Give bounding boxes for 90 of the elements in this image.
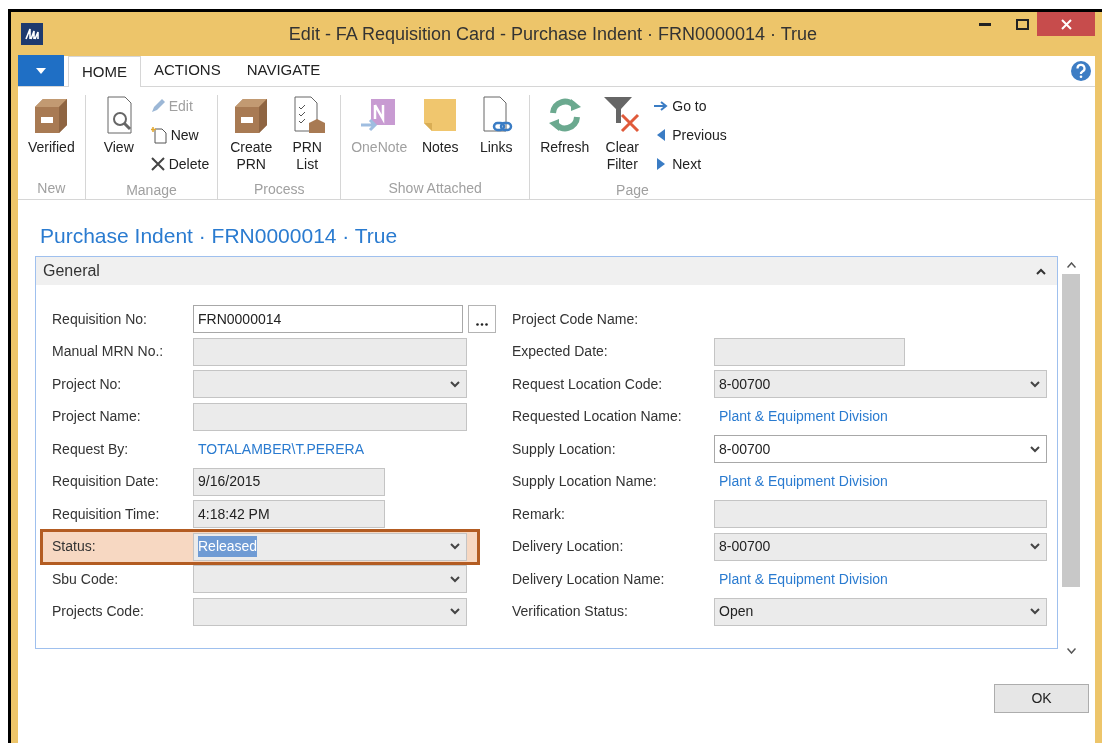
maximize-icon <box>1015 18 1029 30</box>
ribbon-group-label: Process <box>253 180 305 199</box>
field-link[interactable]: Plant & Equipment Division <box>719 406 888 428</box>
pencil-icon <box>149 98 166 114</box>
page-title: Purchase Indent · FRN0000014 · True <box>40 223 399 249</box>
field-label: Requested Location Name: <box>512 407 683 427</box>
scrollbar-thumb[interactable] <box>1062 274 1080 587</box>
input-field[interactable] <box>714 337 905 366</box>
section-header[interactable]: General <box>36 257 1057 285</box>
chevron-down-icon <box>1030 380 1040 388</box>
chevron-down-icon <box>450 543 460 551</box>
close-icon <box>1060 18 1072 30</box>
ribbon-tab[interactable]: HOME <box>68 56 141 87</box>
chevron-down-icon <box>450 380 460 388</box>
chevron-down-icon <box>1030 608 1040 616</box>
ribbon-button[interactable]: PRN List <box>282 95 333 173</box>
collapse-icon[interactable] <box>1036 267 1046 275</box>
ribbon-group-label: New <box>37 179 66 198</box>
ribbon-tab[interactable]: NAVIGATE <box>233 55 334 86</box>
dropdown-field[interactable] <box>193 597 467 626</box>
dropdown-field[interactable] <box>193 565 467 594</box>
field-label: Verification Status: <box>512 602 629 622</box>
ribbon-button[interactable]: View <box>93 95 144 174</box>
input-field[interactable]: 9/16/2015 <box>193 467 385 496</box>
field-label: Manual MRN No.: <box>52 342 165 362</box>
chevron-down-icon <box>450 608 460 616</box>
menu-button[interactable] <box>18 55 64 86</box>
scroll-down-icon[interactable] <box>1066 648 1076 654</box>
field-label: Request By: <box>52 439 130 459</box>
help-icon[interactable] <box>1071 61 1091 81</box>
field-label: Delivery Location Name: <box>512 569 666 589</box>
field-label: Supply Location Name: <box>512 472 658 492</box>
ribbon-tab[interactable]: ACTIONS <box>141 55 234 86</box>
chevron-down-icon <box>1030 543 1040 551</box>
ribbon-group-label: Page <box>616 181 649 200</box>
field-label: Sbu Code: <box>52 569 120 589</box>
input-field[interactable] <box>193 402 467 431</box>
ellipsis-icon <box>476 323 489 327</box>
scroll-up-icon[interactable] <box>1066 262 1076 268</box>
ribbon-group-label: Show Attached <box>388 179 482 198</box>
cross-icon <box>149 156 166 172</box>
field-label: Request Location Code: <box>512 374 664 394</box>
ribbon-button[interactable]: New <box>149 125 210 145</box>
dropdown-field[interactable]: Open <box>714 597 1047 626</box>
field-label: Projects Code: <box>52 602 145 622</box>
field-label: Delivery Location: <box>512 537 625 557</box>
section-title: General <box>43 261 100 281</box>
ribbon-button[interactable]: Refresh <box>538 95 592 174</box>
minimize-icon <box>979 22 991 26</box>
ribbon-button[interactable]: Go to <box>653 96 727 116</box>
app-logo-icon <box>21 23 43 45</box>
ribbon-button[interactable]: Links <box>471 95 522 172</box>
field-link[interactable]: TOTALAMBER\T.PERERA <box>198 438 364 460</box>
field-label: Project No: <box>52 374 123 394</box>
chevron-down-icon <box>450 575 460 583</box>
right-arrow-icon <box>653 99 670 113</box>
ok-button[interactable]: OK <box>994 684 1089 713</box>
dropdown-field[interactable]: 8-00700 <box>714 370 1047 399</box>
field-label: Requisition Date: <box>52 472 160 492</box>
input-field[interactable]: 4:18:42 PM <box>193 500 385 529</box>
chevron-down-icon <box>1030 445 1040 453</box>
dropdown-field[interactable]: 8-00700 <box>714 435 1047 464</box>
field-link[interactable]: Plant & Equipment Division <box>719 568 888 590</box>
ribbon-button[interactable]: Clear Filter <box>597 95 648 174</box>
field-label: Expected Date: <box>512 342 609 362</box>
field-link[interactable]: Plant & Equipment Division <box>719 471 888 493</box>
field-label: Project Code Name: <box>512 309 640 329</box>
caret-icon <box>36 67 46 74</box>
dropdown-field[interactable]: 8-00700 <box>714 532 1047 561</box>
ribbon-button[interactable]: Create PRN <box>226 95 277 173</box>
input-field[interactable]: FRN0000014 <box>193 305 464 334</box>
ribbon-button[interactable]: Next <box>653 154 727 174</box>
dropdown-field[interactable] <box>193 370 467 399</box>
field-label: Status: <box>52 537 97 557</box>
new-document-icon <box>149 126 168 144</box>
field-label: Requisition Time: <box>52 504 161 524</box>
input-field[interactable] <box>193 337 467 366</box>
field-label: Remark: <box>512 504 566 524</box>
ribbon-group-label: Manage <box>126 181 177 200</box>
field-label: Project Name: <box>52 407 142 427</box>
window-title: Edit - FA Requisition Card - Purchase Indent · FRN0000014 · True <box>288 22 818 46</box>
field-label: Supply Location: <box>512 439 617 459</box>
ribbon-button[interactable]: Delete <box>149 154 210 174</box>
close-button[interactable] <box>1037 12 1095 36</box>
ribbon-button[interactable]: Previous <box>653 125 727 145</box>
ribbon-button[interactable]: Verified <box>26 95 77 172</box>
ribbon-button[interactable]: Notes <box>415 95 466 172</box>
input-field[interactable] <box>714 500 1047 529</box>
lookup-button[interactable] <box>468 305 496 334</box>
field-label: Requisition No: <box>52 309 148 329</box>
